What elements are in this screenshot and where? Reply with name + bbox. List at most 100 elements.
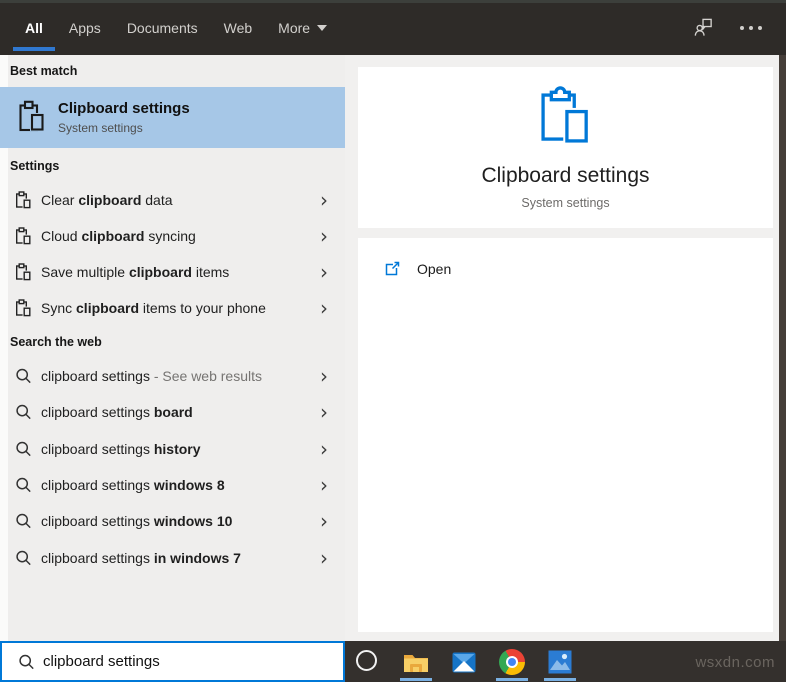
preview-header-card: Clipboard settings System settings <box>358 67 773 228</box>
label-segment: data <box>141 192 172 208</box>
best-match-text: Clipboard settings System settings <box>58 100 190 135</box>
windows-search-flyout: { "topbar": { "tabs": [ { "label": "All"… <box>0 0 786 682</box>
label-segment: windows 8 <box>154 477 225 493</box>
settings-result-row[interactable]: Clear clipboard data › <box>0 182 345 218</box>
preview-actions-card: Open <box>358 238 773 632</box>
search-icon <box>18 653 35 671</box>
taskbar: wsxdn.com <box>345 641 786 682</box>
chevron-right-icon[interactable]: › <box>320 402 328 422</box>
tab-all[interactable]: All <box>25 0 43 55</box>
preview-pane: Clipboard settings System settings Open <box>345 55 786 641</box>
chevron-right-icon[interactable]: › <box>320 548 328 568</box>
tab-apps[interactable]: Apps <box>69 0 101 55</box>
settings-result-row[interactable]: Sync clipboard items to your phone › <box>0 290 345 326</box>
label-segment: Clear <box>41 192 78 208</box>
ellipsis-icon[interactable] <box>740 26 762 30</box>
best-match-title: Clipboard settings <box>58 100 190 117</box>
tab-web[interactable]: Web <box>224 0 253 55</box>
clipboard-icon <box>15 263 32 281</box>
label-segment: clipboard settings <box>41 513 154 529</box>
search-input[interactable] <box>43 653 343 670</box>
tab-label: More <box>278 20 310 36</box>
tab-label: Web <box>224 20 253 36</box>
best-match-subtitle: System settings <box>58 121 190 135</box>
label-segment: clipboard <box>78 192 141 208</box>
tab-documents[interactable]: Documents <box>127 0 198 55</box>
taskbar-icons <box>392 641 584 682</box>
settings-results-list: Clear clipboard data › Cloud clipboard sy… <box>0 182 345 326</box>
search-topbar: All Apps Documents Web More <box>0 0 786 55</box>
tab-more[interactable]: More <box>278 0 327 55</box>
open-action[interactable]: Open <box>358 238 773 277</box>
label-segment: in windows 7 <box>154 550 241 566</box>
web-result-row[interactable]: clipboard settings windows 8 › <box>0 467 345 503</box>
search-icon <box>15 440 32 458</box>
mail-icon[interactable] <box>440 641 488 682</box>
web-result-row[interactable]: clipboard settings board › <box>0 394 345 430</box>
tab-label: Documents <box>127 20 198 36</box>
search-icon <box>15 512 32 530</box>
search-box <box>0 641 345 682</box>
web-results-list: clipboard settings - See web results › cl… <box>0 358 345 576</box>
clipboard-icon <box>15 191 32 209</box>
label-segment: Save multiple <box>41 264 129 280</box>
result-label: Cloud clipboard syncing <box>41 228 196 244</box>
result-label: Save multiple clipboard items <box>41 264 229 280</box>
label-segment: Cloud <box>41 228 81 244</box>
chevron-right-icon[interactable]: › <box>320 298 328 318</box>
web-result-row[interactable]: clipboard settings windows 10› <box>0 503 345 539</box>
search-the-web-header: Search the web <box>10 335 102 349</box>
label-segment: items to your phone <box>139 300 266 316</box>
photos-icon[interactable] <box>536 641 584 682</box>
chevron-right-icon[interactable]: › <box>320 366 328 386</box>
web-result-row[interactable]: clipboard settings history › <box>0 431 345 467</box>
search-tabs: All Apps Documents Web More <box>0 0 327 55</box>
label-segment: clipboard settings <box>41 550 154 566</box>
open-external-icon <box>384 260 401 277</box>
clipboard-icon <box>15 299 32 317</box>
search-results-panel: Best match Clipboard settings System set… <box>0 55 345 641</box>
label-segment: syncing <box>144 228 195 244</box>
chevron-right-icon[interactable]: › <box>320 262 328 282</box>
result-label: Sync clipboard items to your phone <box>41 300 266 316</box>
label-segment: board <box>154 404 193 420</box>
desktop-edge <box>779 55 786 641</box>
cortana-icon[interactable] <box>356 650 377 671</box>
web-result-row[interactable]: clipboard settings - See web results› <box>0 358 345 394</box>
search-icon <box>15 403 32 421</box>
result-label: clipboard settings in windows 7 <box>41 550 241 566</box>
feedback-icon[interactable] <box>693 17 714 38</box>
label-segment: Sync <box>41 300 76 316</box>
clipboard-icon <box>17 100 47 136</box>
result-label: Clear clipboard data <box>41 192 173 208</box>
chrome-icon[interactable] <box>488 641 536 682</box>
settings-result-row[interactable]: Cloud clipboard syncing › <box>0 218 345 254</box>
chevron-right-icon[interactable]: › <box>320 190 328 210</box>
tab-label: Apps <box>69 20 101 36</box>
topbar-actions <box>693 17 786 38</box>
label-segment: clipboard settings <box>41 441 154 457</box>
watermark: wsxdn.com <box>695 654 775 671</box>
settings-header: Settings <box>10 159 59 173</box>
file-explorer-icon[interactable] <box>392 641 440 682</box>
settings-result-row[interactable]: Save multiple clipboard items › <box>0 254 345 290</box>
search-icon <box>15 549 32 567</box>
label-segment: - See web results <box>154 368 262 384</box>
result-label: clipboard settings windows 8 <box>41 477 225 493</box>
best-match-result[interactable]: Clipboard settings System settings <box>0 87 345 148</box>
result-label: clipboard settings history <box>41 441 201 457</box>
chevron-right-icon[interactable]: › <box>320 511 328 531</box>
search-icon <box>15 367 32 385</box>
label-segment: clipboard settings <box>41 404 154 420</box>
label-segment: clipboard <box>129 264 192 280</box>
label-segment: items <box>192 264 229 280</box>
label-segment: clipboard <box>76 300 139 316</box>
chevron-right-icon[interactable]: › <box>320 439 328 459</box>
label-segment: clipboard <box>81 228 144 244</box>
label-segment: history <box>154 441 201 457</box>
tab-label: All <box>25 20 43 36</box>
web-result-row[interactable]: clipboard settings in windows 7 › <box>0 539 345 575</box>
result-label: clipboard settings board <box>41 404 193 420</box>
chevron-right-icon[interactable]: › <box>320 226 328 246</box>
chevron-right-icon[interactable]: › <box>320 475 328 495</box>
